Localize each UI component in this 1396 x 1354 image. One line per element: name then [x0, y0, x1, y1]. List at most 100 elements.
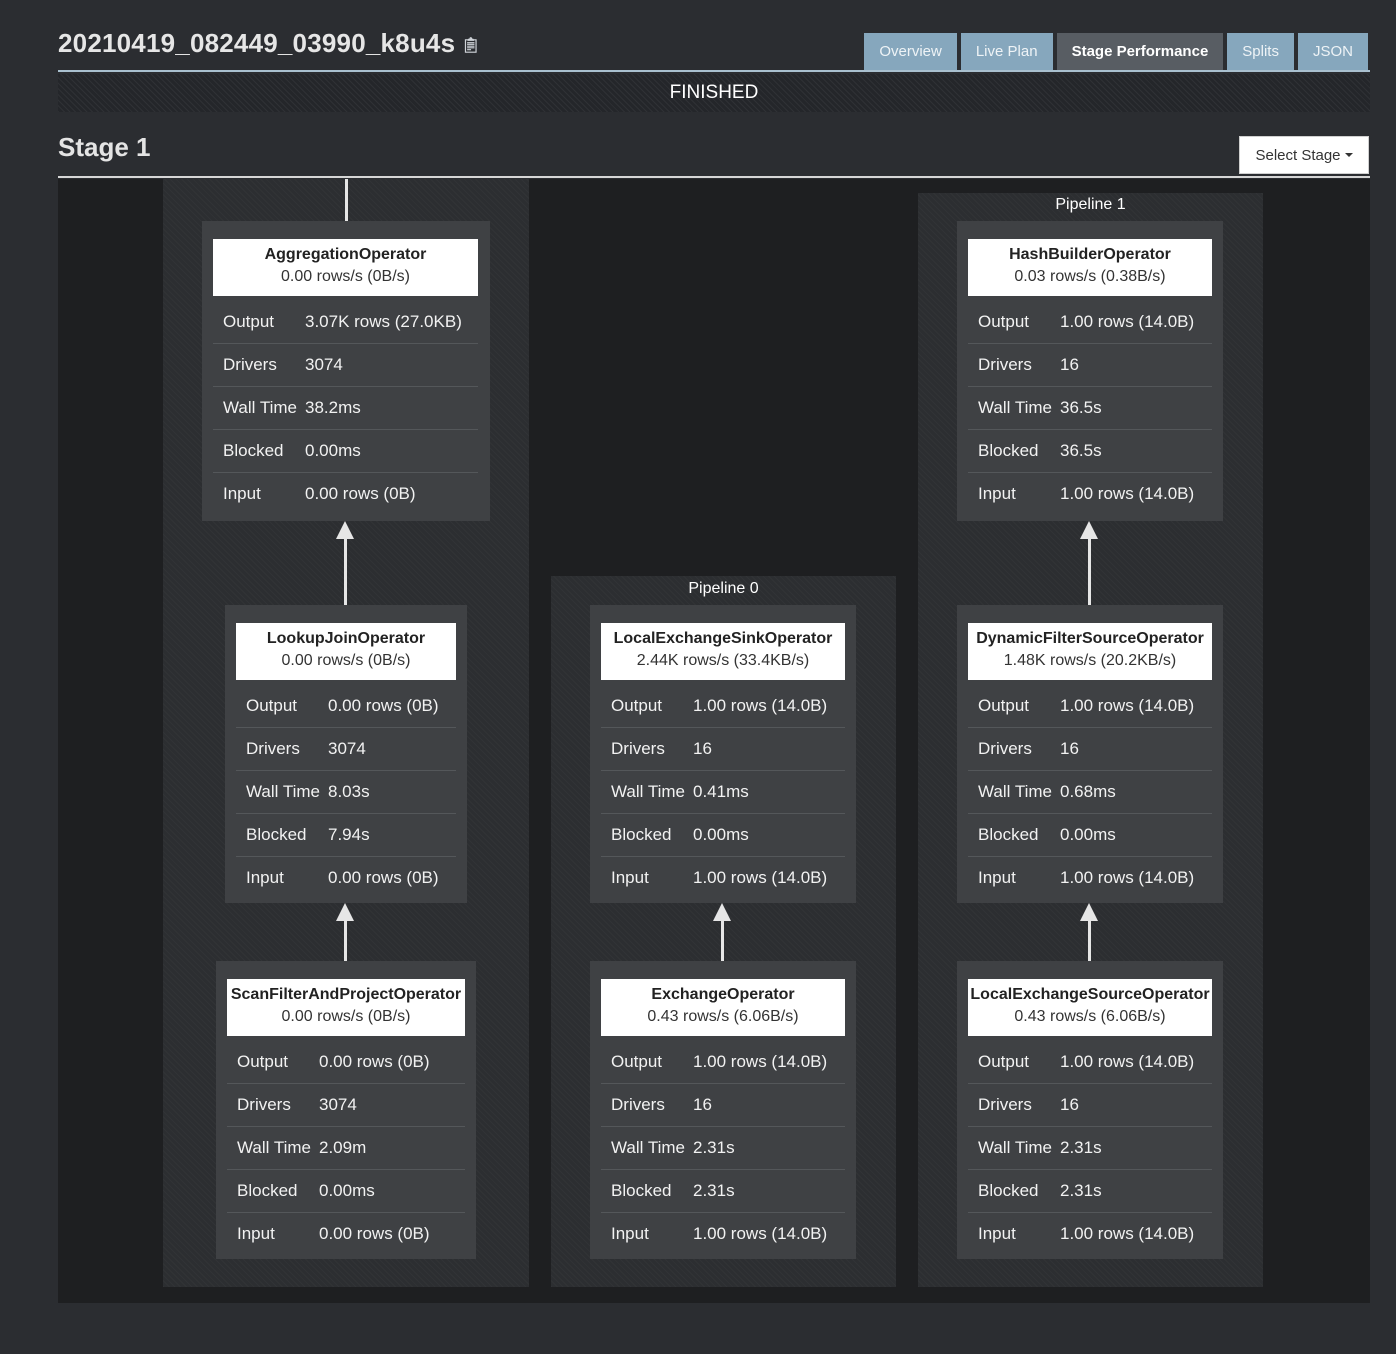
- stage-title: Stage 1: [58, 132, 151, 162]
- operator-header: LookupJoinOperator 0.00 rows/s (0B/s): [236, 623, 456, 680]
- operator-name: LookupJoinOperator: [266, 630, 426, 647]
- operator-name: DynamicFilterSourceOperator: [976, 630, 1204, 647]
- stat-output: Output 0.00 rows (0B): [236, 685, 456, 728]
- stat-wall-time: Wall Time 0.41ms: [601, 771, 845, 814]
- operator-stats: Output 0.00 rows (0B) Drivers 3074 Wall Ti…: [236, 685, 456, 899]
- operator-local-exchange-source[interactable]: LocalExchangeSourceOperator 0.43 rows/s …: [957, 961, 1223, 1259]
- stat-drivers: Drivers 16: [968, 1084, 1212, 1127]
- stat-wall-time: Wall Time 0.68ms: [968, 771, 1212, 814]
- operator-aggregation[interactable]: AggregationOperator 0.00 rows/s (0B/s) O…: [202, 221, 490, 521]
- stat-input: Input 0.00 rows (0B): [223, 484, 416, 503]
- pipeline-output-line: [345, 179, 348, 221]
- operator-hash-builder[interactable]: HashBuilderOperator 0.03 rows/s (0.38B/s…: [957, 221, 1223, 521]
- stat-blocked: Blocked 36.5s: [968, 430, 1212, 473]
- operator-header: DynamicFilterSourceOperator 1.48K rows/s…: [968, 623, 1212, 680]
- operator-header: LocalExchangeSourceOperator 0.43 rows/s …: [968, 979, 1212, 1036]
- stat-input: Input 1.00 rows (14.0B): [978, 484, 1195, 503]
- stat-blocked: Blocked 7.94s: [236, 814, 456, 857]
- stat-output: Output 1.00 rows (14.0B): [601, 1041, 845, 1084]
- operator-stats: Output 3.07K rows (27.0KB) Drivers 3074 Wa…: [213, 301, 478, 515]
- operator-name: AggregationOperator: [264, 246, 427, 263]
- stage-divider: [58, 176, 1370, 178]
- stat-wall-time: Wall Time 36.5s: [968, 387, 1212, 430]
- stat-blocked: Blocked 2.31s: [601, 1170, 845, 1213]
- operator-rate: 0.03 rows/s (0.38B/s): [1014, 268, 1166, 285]
- stat-input: Input 1.00 rows (14.0B): [978, 1224, 1195, 1243]
- stat-drivers: Drivers 3074: [213, 344, 478, 387]
- flow-arrow-icon: [1080, 903, 1099, 961]
- clipboard-icon[interactable]: 📋︎: [461, 37, 480, 54]
- operator-name: LocalExchangeSinkOperator: [613, 630, 833, 647]
- title-divider: [58, 70, 1370, 72]
- stat-drivers: Drivers 16: [601, 728, 845, 771]
- stat-input: Input 0.00 rows (0B): [237, 1224, 430, 1243]
- stat-drivers: Drivers 3074: [236, 728, 456, 771]
- tab-splits[interactable]: Splits: [1227, 33, 1294, 70]
- operator-header: HashBuilderOperator 0.03 rows/s (0.38B/s…: [968, 239, 1212, 296]
- flow-arrow-icon: [336, 521, 355, 605]
- operator-name: HashBuilderOperator: [1009, 246, 1171, 263]
- query-status-bar: FINISHED: [58, 74, 1370, 112]
- stat-input: Input 1.00 rows (14.0B): [611, 868, 828, 887]
- operator-header: LocalExchangeSinkOperator 2.44K rows/s (…: [601, 623, 845, 680]
- stat-blocked: Blocked 0.00ms: [227, 1170, 465, 1213]
- flow-arrow-icon: [336, 903, 355, 961]
- operator-rate: 0.00 rows/s (0B/s): [281, 268, 410, 285]
- operator-exchange[interactable]: ExchangeOperator 0.43 rows/s (6.06B/s) O…: [590, 961, 856, 1259]
- stat-drivers: Drivers 16: [968, 344, 1212, 387]
- stat-wall-time: Wall Time 2.09m: [227, 1127, 465, 1170]
- stat-drivers: Drivers 16: [968, 728, 1212, 771]
- stat-blocked: Blocked 0.00ms: [968, 814, 1212, 857]
- operator-name: ScanFilterAndProjectOperator: [230, 986, 462, 1003]
- operator-rate: 0.43 rows/s (6.06B/s): [647, 1008, 799, 1025]
- select-stage-dropdown[interactable]: Select Stage: [1239, 136, 1369, 174]
- stat-blocked: Blocked 0.00ms: [601, 814, 845, 857]
- operator-local-exchange-sink[interactable]: LocalExchangeSinkOperator 2.44K rows/s (…: [590, 605, 856, 903]
- operator-stats: Output 0.00 rows (0B) Drivers 3074 Wall Ti…: [227, 1041, 465, 1255]
- pipeline-label: Pipeline 1: [1055, 196, 1126, 213]
- stage-performance-canvas: AggregationOperator 0.00 rows/s (0B/s) O…: [58, 179, 1370, 1303]
- flow-arrow-icon: [713, 903, 732, 961]
- tab-live-plan[interactable]: Live Plan: [960, 33, 1053, 70]
- stat-output: Output 1.00 rows (14.0B): [601, 685, 845, 728]
- operator-lookup-join[interactable]: LookupJoinOperator 0.00 rows/s (0B/s) Ou…: [225, 605, 467, 903]
- tab-json[interactable]: JSON: [1297, 33, 1368, 70]
- stat-output: Output 0.00 rows (0B): [227, 1041, 465, 1084]
- operator-stats: Output 1.00 rows (14.0B) Drivers 16 Wall T…: [968, 1041, 1212, 1255]
- stat-output: Output 1.00 rows (14.0B): [968, 685, 1212, 728]
- stat-output: Output 1.00 rows (14.0B): [968, 301, 1212, 344]
- pipeline-main: AggregationOperator 0.00 rows/s (0B/s) O…: [163, 179, 529, 1287]
- stat-drivers: Drivers 16: [601, 1084, 845, 1127]
- stat-wall-time: Wall Time 2.31s: [968, 1127, 1212, 1170]
- operator-stats: Output 1.00 rows (14.0B) Drivers 16 Wall T…: [601, 1041, 845, 1255]
- stat-wall-time: Wall Time 8.03s: [236, 771, 456, 814]
- operator-rate: 0.00 rows/s (0B/s): [281, 1008, 411, 1025]
- query-id-text: 20210419_082449_03990_k8u4s: [58, 28, 456, 58]
- select-stage-label: Select Stage: [1255, 147, 1341, 164]
- operator-rate: 0.00 rows/s (0B/s): [281, 652, 411, 669]
- operator-header: AggregationOperator 0.00 rows/s (0B/s): [213, 239, 478, 296]
- operator-header: ExchangeOperator 0.43 rows/s (6.06B/s): [601, 979, 845, 1036]
- operator-header: ScanFilterAndProjectOperator 0.00 rows/s…: [227, 979, 465, 1036]
- operator-rate: 1.48K rows/s (20.2KB/s): [1003, 652, 1177, 669]
- pipeline-0: Pipeline 0 LocalExchangeSinkOperator 2.4…: [551, 576, 896, 1287]
- tab-stage-performance[interactable]: Stage Performance: [1056, 33, 1224, 70]
- stat-blocked: Blocked 0.00ms: [213, 430, 478, 473]
- stat-drivers: Drivers 3074: [227, 1084, 465, 1127]
- query-id-title: 20210419_082449_03990_k8u4s 📋︎: [58, 28, 481, 59]
- operator-scan-filter-project[interactable]: ScanFilterAndProjectOperator 0.00 rows/s…: [216, 961, 476, 1259]
- stat-output: Output 3.07K rows (27.0KB): [213, 301, 478, 344]
- operator-name: ExchangeOperator: [651, 986, 795, 1003]
- operator-dynamic-filter-source[interactable]: DynamicFilterSourceOperator 1.48K rows/s…: [957, 605, 1223, 903]
- caret-down-icon: [1344, 153, 1353, 157]
- stat-input: Input 1.00 rows (14.0B): [611, 1224, 828, 1243]
- stat-input: Input 1.00 rows (14.0B): [978, 868, 1195, 887]
- tab-overview[interactable]: Overview: [864, 33, 957, 70]
- operator-stats: Output 1.00 rows (14.0B) Drivers 16 Wall T…: [601, 685, 845, 899]
- stat-blocked: Blocked 2.31s: [968, 1170, 1212, 1213]
- pipeline-label: Pipeline 0: [688, 580, 759, 597]
- flow-arrow-icon: [1080, 521, 1099, 605]
- stat-output: Output 1.00 rows (14.0B): [968, 1041, 1212, 1084]
- stat-wall-time: Wall Time 2.31s: [601, 1127, 845, 1170]
- stat-input: Input 0.00 rows (0B): [246, 868, 439, 887]
